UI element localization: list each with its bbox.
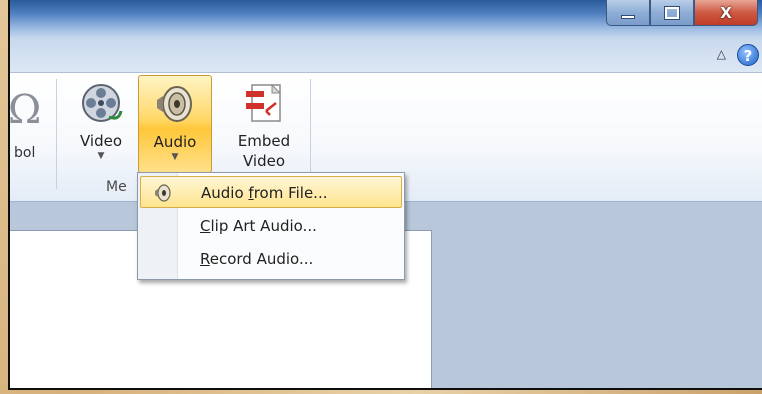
- maximize-icon: [664, 5, 680, 20]
- menu-item-clip-art-audio[interactable]: Clip Art Audio...: [140, 210, 402, 242]
- audio-dropdown-menu: Audio from File... Clip Art Audio... Rec…: [137, 172, 405, 280]
- title-bar: X: [10, 0, 762, 38]
- symbol-button-label: bol: [14, 145, 36, 161]
- chevron-down-icon: ▼: [97, 151, 105, 161]
- video-button[interactable]: Video ▼: [68, 75, 134, 173]
- chevron-down-icon: ▼: [171, 152, 179, 162]
- close-button[interactable]: X: [694, 0, 758, 26]
- speaker-icon: [155, 184, 171, 202]
- embed-video-button[interactable]: Embed Video: [226, 75, 302, 173]
- window-controls: X: [606, 0, 758, 26]
- symbol-icon: Ω: [10, 87, 42, 133]
- embed-video-icon: [246, 83, 282, 122]
- media-group-label: Me: [106, 179, 127, 195]
- menu-item-label: Clip Art Audio...: [200, 217, 317, 235]
- menu-item-label: Record Audio...: [200, 250, 314, 268]
- audio-button[interactable]: Audio ▼: [138, 75, 212, 173]
- help-icon[interactable]: ?: [737, 44, 759, 66]
- symbol-button[interactable]: Ω bol: [10, 83, 50, 179]
- ribbon-tab-strip: △ ?: [10, 38, 762, 72]
- powerpoint-window: X △ ? Ω bol Video ▼ Audio ▼ Embed Video …: [10, 0, 762, 388]
- embed-video-button-label: Embed Video: [237, 132, 291, 170]
- minimize-button[interactable]: [606, 0, 650, 26]
- close-icon: X: [720, 3, 732, 22]
- menu-item-audio-from-file[interactable]: Audio from File...: [140, 176, 402, 208]
- group-divider: [56, 79, 57, 189]
- menu-item-record-audio[interactable]: Record Audio...: [140, 243, 402, 275]
- audio-button-label: Audio: [153, 133, 197, 151]
- collapse-ribbon-icon[interactable]: △: [717, 47, 726, 61]
- minimize-icon: [621, 14, 635, 19]
- film-reel-icon: [82, 84, 123, 122]
- speaker-icon: [157, 86, 192, 122]
- maximize-button[interactable]: [650, 0, 694, 26]
- screenshot-frame: X △ ? Ω bol Video ▼ Audio ▼ Embed Video …: [8, 0, 762, 390]
- video-button-label: Video: [79, 132, 123, 150]
- menu-item-label: Audio from File...: [201, 184, 328, 202]
